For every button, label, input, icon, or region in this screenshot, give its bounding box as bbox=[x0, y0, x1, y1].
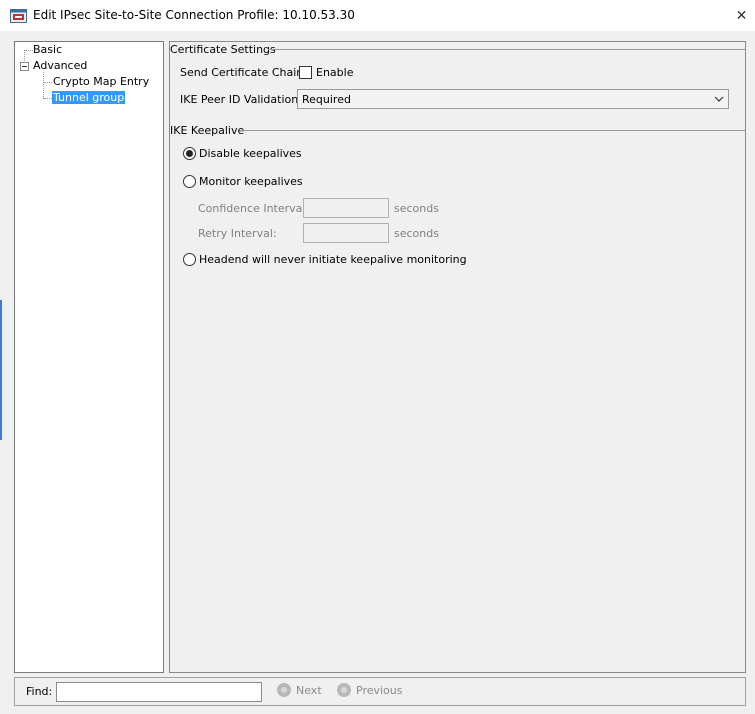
tree-item-label: Basic bbox=[33, 43, 63, 56]
enable-checkbox[interactable] bbox=[299, 66, 312, 79]
next-label: Next bbox=[296, 683, 322, 697]
next-button[interactable]: Next bbox=[277, 683, 322, 697]
ike-peer-id-select[interactable]: Required bbox=[297, 89, 729, 109]
retry-interval-unit: seconds bbox=[394, 227, 439, 240]
ike-keepalive-title: IKE Keepalive bbox=[170, 124, 245, 137]
find-bar: Find: Next Previous bbox=[14, 677, 746, 706]
previous-icon bbox=[337, 683, 351, 697]
find-input[interactable] bbox=[56, 682, 262, 702]
chevron-down-icon bbox=[714, 96, 724, 102]
collapse-icon[interactable] bbox=[20, 62, 29, 71]
title-bar: Edit IPsec Site-to-Site Connection Profi… bbox=[0, 0, 755, 31]
tree-item-crypto-map-entry[interactable]: Crypto Map Entry bbox=[53, 75, 149, 89]
retry-interval-input[interactable] bbox=[303, 223, 389, 243]
headend-never-initiate-radio[interactable] bbox=[183, 253, 196, 266]
tree-item-advanced[interactable]: Advanced bbox=[33, 59, 87, 73]
tree-connector bbox=[44, 98, 52, 99]
tree-item-label: Crypto Map Entry bbox=[53, 75, 150, 88]
disable-keepalives-radio[interactable] bbox=[183, 147, 196, 160]
next-icon bbox=[277, 683, 291, 697]
tree-item-tunnel-group[interactable]: Tunnel group bbox=[52, 91, 126, 105]
group-divider bbox=[240, 130, 745, 131]
previous-label: Previous bbox=[356, 683, 403, 697]
ike-peer-id-label: IKE Peer ID Validation: bbox=[180, 93, 302, 106]
find-label: Find: bbox=[26, 685, 53, 698]
close-button[interactable]: ✕ bbox=[728, 0, 755, 31]
send-certificate-chain-label: Send Certificate Chain: bbox=[180, 66, 307, 79]
window-title: Edit IPsec Site-to-Site Connection Profi… bbox=[33, 8, 355, 22]
tree-item-label: Tunnel group bbox=[52, 91, 126, 104]
tree-item-basic[interactable]: Basic bbox=[33, 43, 62, 57]
certificate-settings-title: Certificate Settings bbox=[170, 43, 276, 56]
enable-label[interactable]: Enable bbox=[316, 66, 353, 79]
confidence-interval-input[interactable] bbox=[303, 198, 389, 218]
disable-keepalives-label[interactable]: Disable keepalives bbox=[199, 147, 302, 160]
tree-item-label: Advanced bbox=[33, 59, 88, 72]
tree-connector bbox=[25, 50, 33, 51]
close-icon: ✕ bbox=[735, 7, 748, 24]
confidence-interval-unit: seconds bbox=[394, 202, 439, 215]
tree-connector bbox=[43, 72, 44, 99]
headend-never-initiate-label[interactable]: Headend will never initiate keepalive mo… bbox=[199, 253, 467, 266]
monitor-keepalives-label[interactable]: Monitor keepalives bbox=[199, 175, 303, 188]
tree-connector bbox=[44, 82, 52, 83]
confidence-interval-label: Confidence Interval: bbox=[198, 202, 310, 215]
monitor-keepalives-radio[interactable] bbox=[183, 175, 196, 188]
settings-panel: Certificate Settings Send Certificate Ch… bbox=[169, 41, 746, 673]
navigation-tree: Basic Advanced Crypto Map Entry Tunnel g… bbox=[14, 41, 164, 673]
app-icon bbox=[10, 9, 27, 23]
window-edge-accent bbox=[0, 300, 2, 440]
previous-button[interactable]: Previous bbox=[337, 683, 403, 697]
group-divider bbox=[268, 49, 745, 50]
retry-interval-label: Retry Interval: bbox=[198, 227, 277, 240]
ike-peer-id-value: Required bbox=[302, 92, 351, 106]
